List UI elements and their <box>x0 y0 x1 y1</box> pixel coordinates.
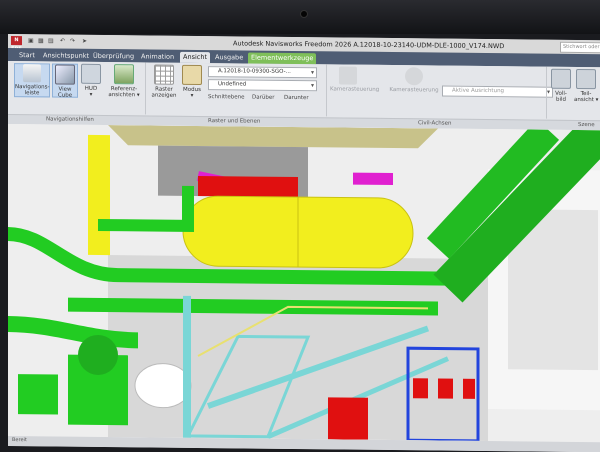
grid-mode-label: Modus ▾ <box>183 86 201 99</box>
reference-views-icon <box>114 64 134 85</box>
split-view-button[interactable]: Teil- ansicht ▾ <box>574 68 599 109</box>
red-equipment <box>328 397 368 440</box>
fullscreen-button[interactable]: Voll- bild <box>550 68 572 109</box>
show-grid-label: Raster anzeigen <box>151 86 177 99</box>
tab-animation[interactable]: Animation <box>138 51 177 62</box>
navisworks-window: N FRE ▣ ▦ ▤ ↶ ↷ ➤ Autodesk Navisworks Fr… <box>8 34 600 452</box>
level-dropdown[interactable]: A.12018-10-09300-SGO-... <box>208 66 317 79</box>
split-view-icon <box>576 68 596 90</box>
magenta-valve <box>353 172 393 186</box>
camera-control-label-2: Kamerasteuerung <box>389 86 439 94</box>
3d-viewport[interactable] <box>8 124 600 443</box>
reference-views-label: Referenz- ansichten ▾ <box>108 86 140 99</box>
search-input[interactable]: Stichwort oder <box>560 41 600 54</box>
below-button[interactable]: Darunter <box>284 95 309 101</box>
panel-label-civil: Civil-Achsen <box>418 120 452 127</box>
plant-model-render <box>8 124 600 443</box>
panel-label-nav: Navigationshilfen <box>46 116 94 123</box>
redo-icon[interactable]: ↷ <box>70 38 75 45</box>
mode-icon <box>182 64 202 86</box>
window-title: Autodesk Navisworks Freedom 2026 A.12018… <box>233 39 505 51</box>
yellow-column <box>88 134 110 256</box>
split-view-label: Teil- ansicht ▾ <box>574 90 599 104</box>
reference-views-button[interactable]: Referenz- ansichten ▾ <box>106 64 142 99</box>
viewcube-label: View Cube <box>57 86 73 99</box>
viewcube-icon <box>55 64 75 85</box>
camera-control-button-2[interactable]: Kamerasteuerung <box>388 67 440 100</box>
app-logo[interactable]: N FRE <box>11 36 22 52</box>
hud-icon <box>81 63 101 84</box>
camera-control-button[interactable]: Kamerasteuerung <box>330 66 379 98</box>
viewcube-button[interactable]: View Cube <box>52 63 78 99</box>
camera-control-label: Kamerasteuerung <box>330 86 380 93</box>
navigation-bar-button[interactable]: Navigations- leiste <box>14 63 50 98</box>
ribbon-separator <box>145 62 146 115</box>
print-icon[interactable]: ▤ <box>48 37 54 44</box>
monitor-bezel <box>0 0 600 34</box>
grid-icon <box>154 64 174 85</box>
ribbon-separator <box>546 66 547 119</box>
camera-icon <box>339 66 357 85</box>
status-text: Bereit <box>12 437 27 444</box>
green-valve-cluster <box>18 374 58 415</box>
tab-start[interactable]: Start <box>16 50 38 61</box>
red-box-1 <box>413 378 428 399</box>
navigation-bar-label: Navigations- leiste <box>15 84 50 97</box>
camera-disc-icon <box>405 67 423 86</box>
ribbon-separator <box>326 64 327 117</box>
active-orientation-dropdown[interactable]: Aktive Ausrichtung <box>442 85 553 98</box>
tab-ausgabe[interactable]: Ausgabe <box>212 52 246 63</box>
red-flanges <box>198 175 298 198</box>
red-box-3 <box>463 378 475 399</box>
hud-label: HUD ▾ <box>84 85 98 98</box>
fullscreen-icon <box>551 68 571 89</box>
tab-ansicht[interactable]: Ansicht <box>180 51 211 64</box>
tab-ueberpruefung[interactable]: Überprüfung <box>90 51 137 62</box>
white-vessel <box>134 363 192 409</box>
panel-label-scene: Szene <box>578 121 595 129</box>
show-grid-button[interactable]: Raster anzeigen <box>150 64 178 99</box>
hud-button[interactable]: HUD ▾ <box>80 63 102 98</box>
webcam <box>300 10 308 18</box>
grid-mode-button[interactable]: Modus ▾ <box>180 64 204 99</box>
select-icon[interactable]: ➤ <box>82 38 87 45</box>
open-icon[interactable]: ▣ <box>28 37 34 44</box>
level-dropdown-2[interactable]: Undefined <box>208 79 317 92</box>
cyan-column <box>183 295 191 438</box>
tab-ansichtspunkt[interactable]: Ansichtspunkt <box>40 50 92 62</box>
above-button[interactable]: Darüber <box>252 95 275 101</box>
fullscreen-label: Voll- bild <box>555 90 567 103</box>
undo-icon[interactable]: ↶ <box>60 38 65 45</box>
save-icon[interactable]: ▦ <box>38 37 44 44</box>
navigation-bar-icon <box>23 64 41 83</box>
tab-elementwerkzeuge[interactable]: Elementwerkzeuge <box>248 52 317 65</box>
red-box-2 <box>438 378 453 399</box>
section-plane-label: Schnittebene <box>208 94 245 101</box>
ceiling-beam <box>108 125 438 149</box>
panel-label-grid: Raster und Ebenen <box>208 118 261 125</box>
